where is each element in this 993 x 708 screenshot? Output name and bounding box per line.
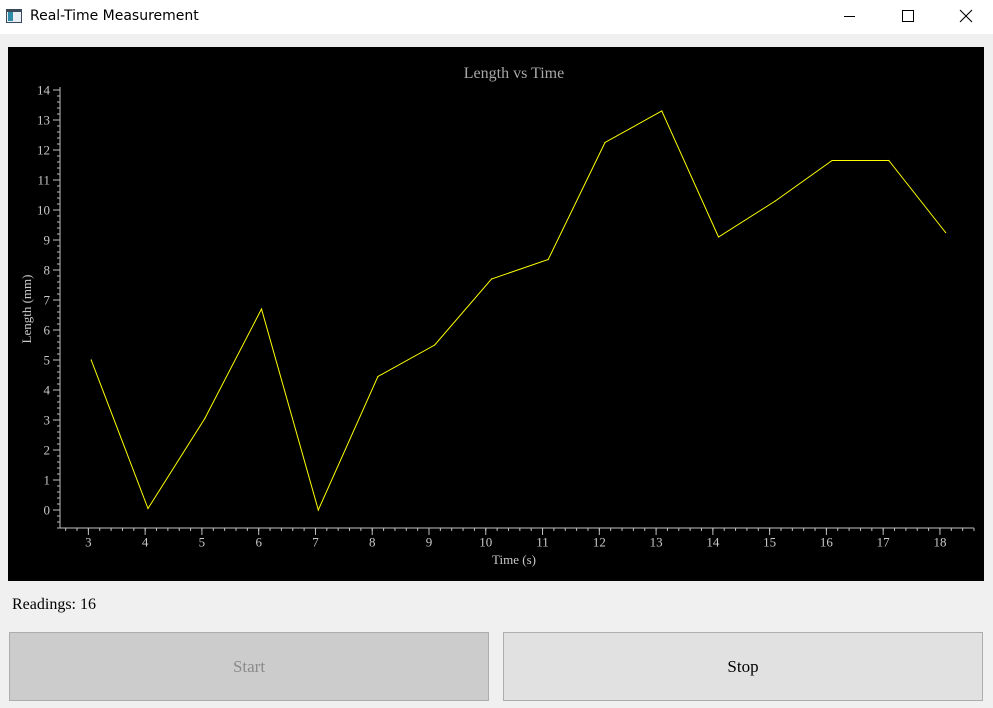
close-button[interactable] <box>942 0 988 34</box>
series-layer <box>90 110 947 512</box>
y-tick-label: 3 <box>44 413 51 428</box>
stop-button[interactable]: Stop <box>503 632 983 701</box>
x-tick-label: 17 <box>877 535 891 550</box>
minimize-icon <box>844 16 855 17</box>
y-tick-label: 7 <box>44 293 51 308</box>
data-point <box>945 231 947 234</box>
plot-area: Length vs Time Time (s) Length (mm) 3 4 5 6… <box>8 47 984 581</box>
data-point <box>377 375 379 378</box>
x-tick-label: 7 <box>312 535 319 550</box>
start-button[interactable]: Start <box>9 632 489 701</box>
x-axis-label: Time (s) <box>492 552 536 567</box>
x-tick-label: 3 <box>85 535 92 550</box>
y-tick-label: 9 <box>44 233 51 248</box>
y-axis-label: Length (mm) <box>19 275 34 344</box>
x-tick-label: 11 <box>536 535 549 550</box>
data-point <box>604 141 606 144</box>
data-point <box>317 509 319 511</box>
x-tick-label: 12 <box>593 535 606 550</box>
x-tick-label: 16 <box>820 535 834 550</box>
data-point <box>490 278 493 280</box>
y-tick-label: 1 <box>44 473 51 488</box>
y-tick-label: 13 <box>37 113 50 128</box>
y-tick-label: 5 <box>44 353 51 368</box>
x-tick-label: 4 <box>142 535 149 550</box>
chart-title: Length vs Time <box>464 65 564 82</box>
x-tick-label: 14 <box>706 535 720 550</box>
app-icon <box>6 9 22 23</box>
y-tick-label: 6 <box>44 323 51 338</box>
length-time-chart: Length vs Time Time (s) Length (mm) 3 4 5 6… <box>19 65 975 567</box>
series-line <box>90 110 946 512</box>
maximize-icon <box>902 10 914 22</box>
title-bar: Real-Time Measurement <box>0 0 993 34</box>
minimize-button[interactable] <box>826 0 872 34</box>
data-point <box>774 200 776 202</box>
y-tick-label: 12 <box>37 143 50 158</box>
x-tick-label: 10 <box>479 535 492 550</box>
x-tick-label: 8 <box>369 535 376 550</box>
y-tick-label: 4 <box>44 383 51 398</box>
x-tick-label: 6 <box>255 535 262 550</box>
data-point <box>147 507 149 510</box>
data-point <box>90 359 92 361</box>
data-point <box>260 308 263 310</box>
data-point <box>547 258 549 261</box>
y-tick-label: 11 <box>37 173 50 188</box>
data-point <box>661 110 663 112</box>
y-tick-label: 10 <box>37 203 50 218</box>
y-tick-label: 0 <box>44 503 51 518</box>
data-point <box>717 236 720 238</box>
readings-count: Readings: 16 <box>12 596 96 613</box>
y-tick-label: 14 <box>37 83 51 98</box>
x-tick-label: 15 <box>763 535 776 550</box>
x-tick-label: 5 <box>199 535 206 550</box>
y-tick-label: 2 <box>44 443 51 458</box>
maximize-button[interactable] <box>884 0 930 34</box>
close-icon <box>959 9 973 23</box>
window-title: Real-Time Measurement <box>30 8 199 24</box>
chart-axes: 3 4 5 6 7 8 9 10 11 12 13 14 15 16 17 18012345678910111… <box>37 83 975 550</box>
data-point <box>831 159 833 162</box>
data-point <box>204 417 206 420</box>
x-tick-label: 13 <box>650 535 663 550</box>
x-tick-label: 18 <box>933 535 946 550</box>
data-point <box>888 159 890 162</box>
data-point <box>434 344 436 346</box>
x-tick-label: 9 <box>426 535 433 550</box>
y-tick-label: 8 <box>44 263 51 278</box>
